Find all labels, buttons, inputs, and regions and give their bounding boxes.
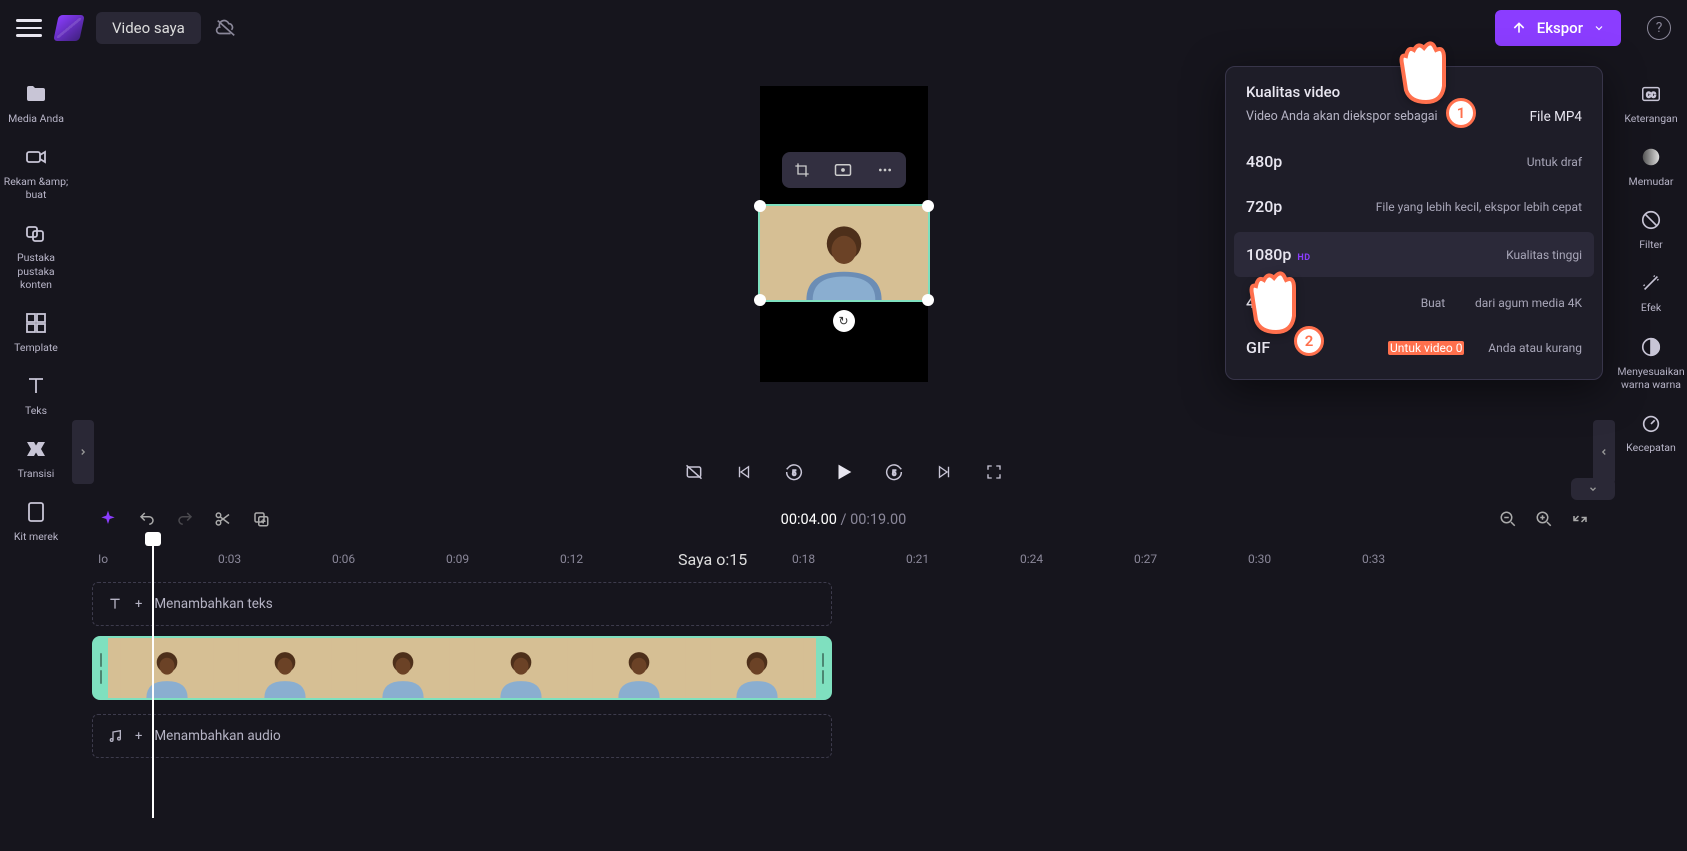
timeline-ruler[interactable]: Io 0:03 0:06 0:09 0:12 Saya o:15 0:18 0:… bbox=[92, 542, 1595, 576]
tutorial-pointer-1: 1 bbox=[1394, 40, 1464, 120]
ruler-tick: 0:03 bbox=[218, 552, 241, 566]
menu-button[interactable] bbox=[16, 15, 42, 41]
rewind-5-button[interactable]: 5 bbox=[782, 460, 806, 484]
cc-icon: CC bbox=[1639, 82, 1663, 106]
resize-handle[interactable] bbox=[754, 200, 766, 212]
resize-handle[interactable] bbox=[922, 294, 934, 306]
folder-icon bbox=[24, 82, 48, 106]
svg-text:5: 5 bbox=[791, 469, 795, 478]
sidebar-item-template[interactable]: Template bbox=[0, 303, 72, 362]
effects-icon bbox=[1639, 271, 1663, 295]
sidebar-item-color[interactable]: Menyesuaikan warna warna bbox=[1615, 327, 1687, 399]
zoom-out-button[interactable] bbox=[1499, 510, 1517, 528]
more-icon[interactable] bbox=[877, 162, 893, 178]
audio-track-placeholder[interactable]: + Menambahkan audio bbox=[92, 714, 832, 758]
tracks-area: + Menambahkan teks + Menambahkan audio bbox=[92, 576, 1595, 851]
resize-handle[interactable] bbox=[922, 200, 934, 212]
crop-icon[interactable] bbox=[794, 162, 810, 178]
text-icon bbox=[24, 374, 48, 398]
transition-icon bbox=[24, 437, 48, 461]
chevron-down-icon bbox=[1593, 22, 1605, 34]
resize-handle[interactable] bbox=[754, 294, 766, 306]
sidebar-item-text[interactable]: Teks bbox=[0, 366, 72, 425]
sidebar-item-speed[interactable]: Kecepatan bbox=[1615, 403, 1687, 462]
sidebar-item-filter[interactable]: Filter bbox=[1615, 200, 1687, 259]
hide-icon[interactable] bbox=[682, 460, 706, 484]
tutorial-pointer-2: 2 bbox=[1244, 270, 1314, 350]
fade-icon bbox=[1639, 145, 1663, 169]
marker-label: Saya o:15 bbox=[678, 550, 747, 569]
svg-text:CC: CC bbox=[1646, 91, 1656, 100]
canvas[interactable]: ↻ bbox=[760, 86, 928, 382]
speed-icon bbox=[1639, 411, 1663, 435]
ruler-tick: 0:30 bbox=[1248, 552, 1271, 566]
text-track-placeholder[interactable]: + Menambahkan teks bbox=[92, 582, 832, 626]
undo-button[interactable] bbox=[138, 510, 156, 528]
contrast-icon bbox=[1639, 335, 1663, 359]
clip-handle-right[interactable] bbox=[816, 638, 830, 698]
split-button[interactable] bbox=[214, 510, 232, 528]
ruler-tick: 0:06 bbox=[332, 552, 355, 566]
sidebar-item-fade[interactable]: Memudar bbox=[1615, 137, 1687, 196]
forward-5-button[interactable]: 5 bbox=[882, 460, 906, 484]
zoom-fit-button[interactable] bbox=[1571, 510, 1589, 528]
ruler-tick: 0:09 bbox=[446, 552, 469, 566]
ruler-tick: 0:12 bbox=[560, 552, 583, 566]
cloud-sync-icon[interactable] bbox=[215, 17, 237, 39]
sidebar-item-transitions[interactable]: Transisi bbox=[0, 429, 72, 488]
export-button[interactable]: Ekspor bbox=[1495, 10, 1621, 46]
sidebar-item-captions[interactable]: CC Keterangan bbox=[1615, 74, 1687, 133]
zoom-in-button[interactable] bbox=[1535, 510, 1553, 528]
sidebar-item-library[interactable]: Pustaka pustaka konten bbox=[0, 213, 72, 298]
ruler-tick: 0:33 bbox=[1362, 552, 1385, 566]
help-button[interactable]: ? bbox=[1647, 16, 1671, 40]
left-sidebar: Media Anda Rekam &amp; buat Pustaka pust… bbox=[0, 56, 72, 851]
svg-text:5: 5 bbox=[891, 469, 895, 478]
template-icon bbox=[24, 311, 48, 335]
quality-option-720p[interactable]: 720p File yang lebih kecil, ekspor lebih… bbox=[1226, 184, 1602, 229]
filter-icon bbox=[1639, 208, 1663, 232]
upload-icon bbox=[1511, 20, 1527, 36]
sidebar-item-brandkit[interactable]: Kit merek bbox=[0, 492, 72, 551]
sidebar-item-effects[interactable]: Efek bbox=[1615, 263, 1687, 322]
ai-sparkle-icon[interactable] bbox=[98, 509, 118, 529]
ruler-tick: 0:27 bbox=[1134, 552, 1157, 566]
clip-thumbnails bbox=[108, 638, 816, 698]
clip-handle-left[interactable] bbox=[94, 638, 108, 698]
play-button[interactable] bbox=[832, 460, 856, 484]
library-icon bbox=[24, 221, 48, 245]
text-icon bbox=[107, 596, 123, 612]
ruler-tick: 0:21 bbox=[906, 552, 929, 566]
timeline-panel: 00:04.00 / 00:19.00 Io 0:03 0:06 0:09 0:… bbox=[92, 496, 1595, 851]
canvas-toolbar bbox=[782, 152, 906, 188]
duplicate-button[interactable] bbox=[252, 510, 270, 528]
ruler-tick: 0:24 bbox=[1020, 552, 1043, 566]
brandkit-icon bbox=[24, 500, 48, 524]
app-logo-icon bbox=[53, 15, 85, 41]
sidebar-item-record[interactable]: Rekam &amp; buat bbox=[0, 137, 72, 209]
next-frame-button[interactable] bbox=[932, 460, 956, 484]
rotate-handle[interactable]: ↻ bbox=[833, 310, 855, 332]
quality-option-480p[interactable]: 480p Untuk draf bbox=[1226, 139, 1602, 184]
music-icon bbox=[107, 728, 123, 744]
sidebar-item-media[interactable]: Media Anda bbox=[0, 74, 72, 133]
redo-button[interactable] bbox=[176, 510, 194, 528]
ruler-tick: 0:18 bbox=[792, 552, 815, 566]
selection-frame[interactable] bbox=[758, 204, 930, 302]
prev-frame-button[interactable] bbox=[732, 460, 756, 484]
project-title[interactable]: Video saya bbox=[96, 12, 201, 44]
video-clip[interactable] bbox=[92, 636, 832, 700]
fullscreen-button[interactable] bbox=[982, 460, 1006, 484]
player-controls: 5 5 bbox=[72, 448, 1615, 496]
right-sidebar: CC Keterangan Memudar Filter Efek Menyes… bbox=[1615, 56, 1687, 851]
fit-icon[interactable] bbox=[834, 163, 852, 177]
camera-icon bbox=[24, 145, 48, 169]
step-badge-2: 2 bbox=[1294, 326, 1324, 356]
ruler-io: Io bbox=[98, 552, 108, 566]
playhead[interactable] bbox=[152, 538, 154, 818]
timecode-display: 00:04.00 / 00:19.00 bbox=[781, 511, 907, 528]
step-badge-1: 1 bbox=[1446, 98, 1476, 128]
filetype-label: File MP4 bbox=[1530, 109, 1582, 125]
